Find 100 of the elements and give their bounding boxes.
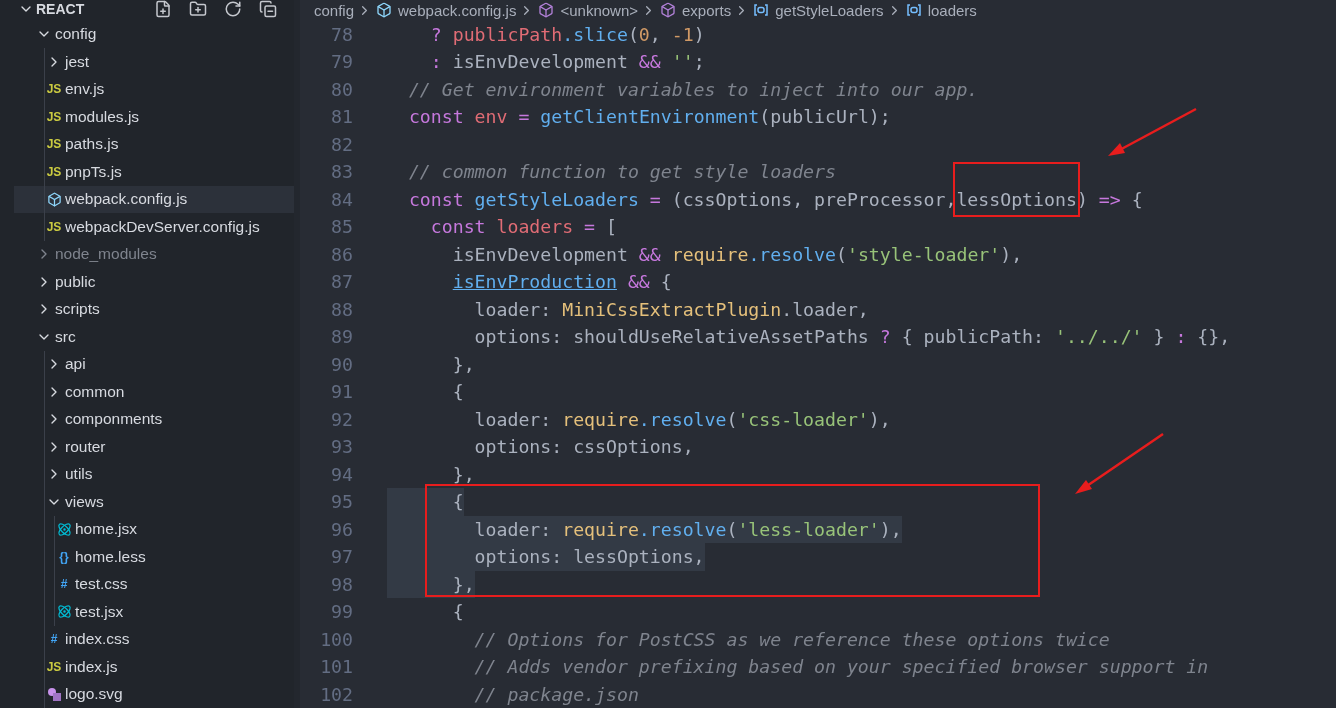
line-number: 97 <box>330 545 353 569</box>
collapse-all-icon[interactable] <box>259 0 277 19</box>
code-comment: // Options for PostCSS as we reference these options twice <box>473 628 1110 650</box>
line-number: 101 <box>319 655 353 679</box>
explorer-title: REACT <box>36 1 86 18</box>
folder-item[interactable]: views <box>14 488 294 516</box>
code-token: getClientEnvironment <box>540 106 760 127</box>
breadcrumb-item[interactable]: loaders <box>927 1 977 19</box>
folder-item[interactable]: router <box>14 433 294 461</box>
cube-icon <box>376 2 393 19</box>
code-token: loader: <box>473 408 553 430</box>
code-token: ( <box>627 23 639 45</box>
line-number: 88 <box>330 297 353 322</box>
code-token: { <box>451 381 464 402</box>
code-token: loader: <box>473 298 553 320</box>
code-token: && <box>638 51 662 72</box>
code-token: options: lessOptions, <box>473 546 705 567</box>
hash-icon: # <box>50 633 58 646</box>
code-token: require <box>562 518 639 540</box>
line-number: 86 <box>330 242 353 267</box>
line-number: 94 <box>330 462 353 487</box>
variable-icon <box>753 3 770 18</box>
folder-item[interactable]: public <box>14 268 294 296</box>
line-number: 96 <box>330 517 353 542</box>
code-token: {}, <box>1196 326 1231 347</box>
folder-item[interactable]: jest <box>14 48 294 76</box>
file-item[interactable]: test.jsx <box>14 598 294 626</box>
code-token: isEnvDevelopment <box>451 243 629 265</box>
code-comment: // common function to get style loaders <box>407 161 836 182</box>
line-number: 78 <box>330 22 353 47</box>
folder-item[interactable]: config <box>14 20 294 48</box>
folder-item[interactable]: node_modules <box>14 240 294 268</box>
folder-item[interactable]: api <box>14 350 294 378</box>
file-item[interactable]: JS paths.js <box>14 130 294 158</box>
code-token: ( <box>726 518 738 540</box>
breadcrumb-item[interactable]: <unknown> <box>560 1 638 19</box>
code-token: { publicPath: <box>900 326 1045 347</box>
hash-icon: # <box>60 578 68 591</box>
code-token: [ <box>606 216 617 237</box>
new-file-icon[interactable] <box>154 0 172 19</box>
code-token: ) <box>1076 188 1089 210</box>
file-item[interactable]: # test.css <box>14 570 294 598</box>
code-token: lessOptions <box>956 188 1077 210</box>
line-number: 79 <box>330 50 353 74</box>
code-token: => <box>1098 188 1121 210</box>
file-item[interactable]: JS index.js <box>14 653 294 681</box>
line-number: 99 <box>330 600 353 624</box>
file-item[interactable]: JS env.js <box>14 75 294 103</box>
file-item[interactable]: {} home.less <box>14 543 294 571</box>
file-item[interactable]: JS webpackDevServer.config.js <box>14 213 294 241</box>
code-token: , <box>649 23 662 45</box>
code-token: options: shouldUseRelativeAssetPaths <box>473 326 870 347</box>
code-token: MiniCssExtractPlugin <box>562 298 782 320</box>
code-token: }, <box>451 353 475 375</box>
line-number: 85 <box>330 215 353 239</box>
js-file-icon: JS <box>46 660 62 673</box>
breadcrumb-item[interactable]: config <box>314 1 355 19</box>
line-number: 83 <box>330 160 353 184</box>
code-link[interactable]: isEnvProduction <box>452 271 617 292</box>
code-token: .resolve <box>748 243 836 265</box>
code-token: }, <box>451 463 475 485</box>
line-number: 82 <box>330 132 353 157</box>
folder-item[interactable]: common <box>14 378 294 406</box>
code-token: 'css-loader' <box>737 408 869 430</box>
code-token: const <box>407 188 465 210</box>
file-item[interactable]: JS modules.js <box>14 103 294 131</box>
cube-icon <box>46 191 62 207</box>
code-token: isEnvDevelopment <box>452 51 629 72</box>
code-token: 'style-loader' <box>846 243 1001 265</box>
line-number: 80 <box>330 77 353 102</box>
line-number: 92 <box>330 407 353 432</box>
file-item[interactable]: # index.css <box>14 625 294 653</box>
folder-item[interactable]: src <box>14 323 294 351</box>
file-item[interactable]: JS pnpTs.js <box>14 158 294 186</box>
line-number: 102 <box>319 682 353 707</box>
breadcrumb-item[interactable]: webpack.config.js <box>398 1 517 19</box>
code-token: && <box>626 271 650 292</box>
line-number: 91 <box>330 380 353 404</box>
code-token: ( <box>836 243 847 265</box>
line-number: 98 <box>330 572 353 597</box>
folder-item[interactable]: componments <box>14 405 294 433</box>
code-token: { <box>451 491 464 512</box>
folder-item[interactable]: utils <box>14 460 294 488</box>
folder-item[interactable]: scripts <box>14 295 294 323</box>
code-token: .slice <box>562 23 628 45</box>
file-item[interactable]: home.jsx <box>14 515 294 543</box>
atom-icon <box>56 604 72 620</box>
line-number: 81 <box>330 105 353 129</box>
breadcrumb-item[interactable]: exports <box>682 1 732 19</box>
code-token: .loader, <box>781 298 869 320</box>
code-token: (publicUrl); <box>759 106 891 127</box>
js-file-icon: JS <box>46 110 62 123</box>
file-item[interactable]: logo.svg <box>14 680 294 708</box>
file-item[interactable]: webpack.config.js <box>14 185 294 213</box>
code-token: ), <box>1000 243 1023 265</box>
refresh-icon[interactable] <box>224 0 242 19</box>
new-folder-icon[interactable] <box>189 0 207 19</box>
breadcrumb-item[interactable]: getStyleLoaders <box>775 1 884 19</box>
code-token: .resolve <box>638 518 727 540</box>
code-token: { <box>659 271 672 292</box>
